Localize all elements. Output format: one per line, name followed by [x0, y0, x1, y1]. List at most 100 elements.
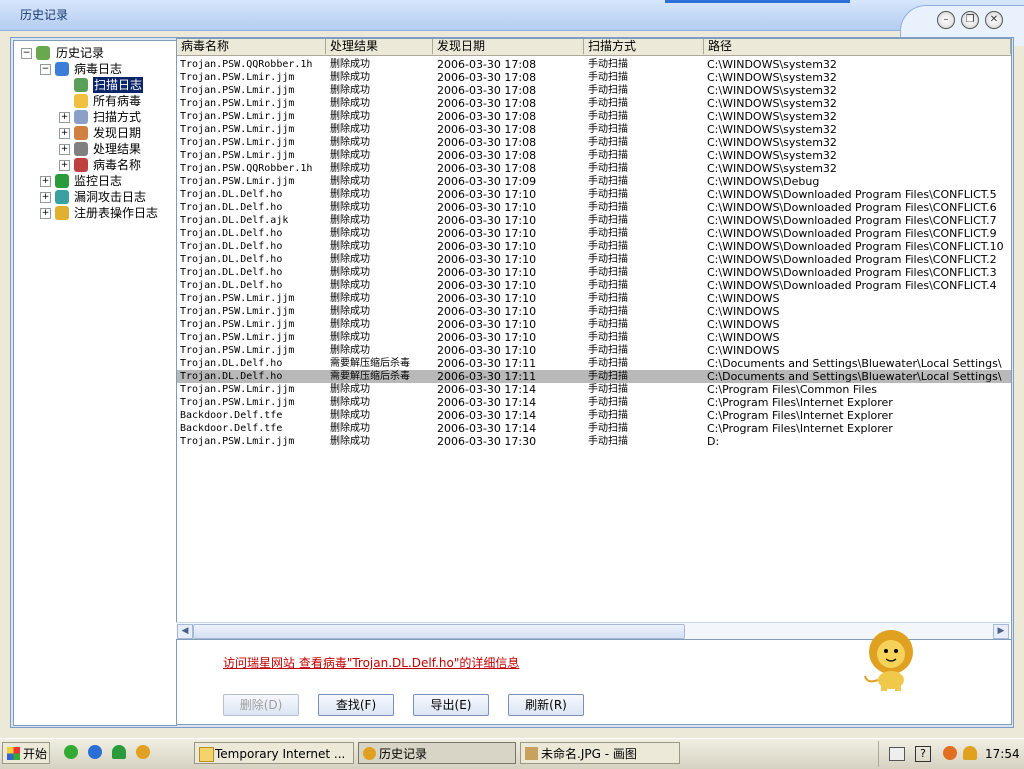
scroll-left-icon[interactable]: ◀ — [177, 624, 193, 639]
virus-log-table[interactable]: 病毒名称 处理结果 发现日期 扫描方式 路径 Trojan.PSW.QQRobb… — [176, 38, 1012, 640]
keyboard-icon[interactable] — [889, 747, 905, 761]
tray-app-icon[interactable] — [943, 746, 957, 760]
tree-scan-mode[interactable]: + 扫描方式 — [14, 109, 174, 125]
tray-umbrella-icon[interactable] — [963, 746, 977, 760]
tree-all-viruses[interactable]: 所有病毒 — [14, 93, 174, 109]
virus-name-cell: Trojan.PSW.Lmir.jjm — [180, 384, 295, 395]
expand-icon[interactable]: + — [40, 176, 51, 187]
task-history[interactable]: 历史记录 — [358, 742, 516, 764]
tree-result[interactable]: + 处理结果 — [14, 141, 174, 157]
expand-icon[interactable]: + — [59, 144, 70, 155]
title-bar: 历史记录 — [0, 0, 1024, 31]
delete-button[interactable]: 删除(D) — [223, 694, 299, 716]
table-row[interactable]: Trojan.PSW.Lmir.jjm 删除成功 2006-03-30 17:08 手… — [177, 123, 1011, 136]
result-cell: 需要解压缩后杀毒 — [330, 358, 410, 369]
column-header-path[interactable]: 路径 — [704, 39, 1011, 54]
table-row[interactable]: Trojan.PSW.Lmir.jjm 删除成功 2006-03-30 17:08 手… — [177, 149, 1011, 162]
table-row[interactable]: Trojan.PSW.Lmir.jjm 删除成功 2006-03-30 17:10 手… — [177, 344, 1011, 357]
table-row[interactable]: Trojan.DL.Delf.ho 删除成功 2006-03-30 17:10 手动扫… — [177, 240, 1011, 253]
date-cell: 2006-03-30 17:10 — [437, 344, 537, 357]
table-row[interactable]: Trojan.DL.Delf.ho 需要解压缩后杀毒 2006-03-30 17:1… — [177, 370, 1011, 383]
all-viruses-icon — [74, 94, 88, 108]
history-tree[interactable]: − 历史记录 − 病毒日志 扫描日志 所有病毒 + 扫描方式 + 发现日期 + 处理结果 + 病毒名称 + 监… — [13, 40, 177, 726]
table-row[interactable]: Trojan.PSW.Lmir.jjm 删除成功 2006-03-30 17:10 手… — [177, 305, 1011, 318]
lion-quicklaunch-icon[interactable] — [136, 745, 150, 759]
help-icon[interactable]: ? — [915, 746, 931, 762]
table-row[interactable]: Trojan.PSW.Lmir.jjm 删除成功 2006-03-30 17:08 手… — [177, 71, 1011, 84]
tree-found-date[interactable]: + 发现日期 — [14, 125, 174, 141]
internet-explorer-icon[interactable] — [88, 745, 102, 759]
minimize-icon[interactable]: – — [937, 11, 955, 29]
result-cell: 删除成功 — [330, 241, 370, 252]
details-panel: 访问瑞星网站 查看病毒"Trojan.DL.Delf.ho"的详细信息 删除(D… — [176, 630, 1012, 725]
table-row[interactable]: Trojan.PSW.Lmir.jjm 删除成功 2006-03-30 17:10 手… — [177, 318, 1011, 331]
table-row[interactable]: Trojan.DL.Delf.ajk 删除成功 2006-03-30 17:10 手动… — [177, 214, 1011, 227]
date-cell: 2006-03-30 17:10 — [437, 331, 537, 344]
paint-icon — [525, 747, 538, 760]
task-temporary-internet[interactable]: Temporary Internet ... — [194, 742, 354, 764]
umbrella-icon[interactable] — [112, 745, 126, 759]
restore-icon[interactable]: ❐ — [961, 11, 979, 29]
result-cell: 删除成功 — [330, 72, 370, 83]
table-row[interactable]: Trojan.DL.Delf.ho 删除成功 2006-03-30 17:10 手动扫… — [177, 253, 1011, 266]
scrollbar-thumb[interactable] — [193, 624, 685, 639]
tree-scan-log[interactable]: 扫描日志 — [14, 77, 174, 93]
table-row[interactable]: Trojan.PSW.Lmir.jjm 删除成功 2006-03-30 17:10 手… — [177, 331, 1011, 344]
export-button[interactable]: 导出(E) — [413, 694, 489, 716]
column-header-scan-mode[interactable]: 扫描方式 — [584, 39, 704, 54]
table-row[interactable]: Trojan.DL.Delf.ho 删除成功 2006-03-30 17:10 手动扫… — [177, 188, 1011, 201]
virus-name-cell: Trojan.PSW.Lmir.jjm — [180, 72, 295, 83]
scan-mode-cell: 手动扫描 — [588, 254, 628, 265]
tree-registry-log[interactable]: + 注册表操作日志 — [14, 205, 174, 221]
expand-icon[interactable]: + — [40, 208, 51, 219]
tree-virus-log[interactable]: − 病毒日志 — [14, 61, 174, 77]
tree-virus-name[interactable]: + 病毒名称 — [14, 157, 174, 173]
column-header-result[interactable]: 处理结果 — [326, 39, 433, 54]
date-cell: 2006-03-30 17:08 — [437, 58, 537, 71]
table-row[interactable]: Trojan.PSW.Lmir.jjm 删除成功 2006-03-30 17:14 手… — [177, 383, 1011, 396]
tree-monitor-log[interactable]: + 监控日志 — [14, 173, 174, 189]
table-row[interactable]: Trojan.PSW.QQRobber.1h 删除成功 2006-03-30 17:… — [177, 162, 1011, 175]
table-row[interactable]: Trojan.PSW.Lmir.jjm 删除成功 2006-03-30 17:08 手… — [177, 84, 1011, 97]
find-button[interactable]: 查找(F) — [318, 694, 394, 716]
table-row[interactable]: Trojan.PSW.Lmir.jjm 删除成功 2006-03-30 17:10 手… — [177, 292, 1011, 305]
table-row[interactable]: Trojan.DL.Delf.ho 需要解压缩后杀毒 2006-03-30 17:1… — [177, 357, 1011, 370]
virus-info-link[interactable]: 访问瑞星网站 查看病毒"Trojan.DL.Delf.ho"的详细信息 — [223, 654, 519, 671]
expand-icon[interactable]: + — [40, 192, 51, 203]
media-player-icon[interactable] — [64, 745, 78, 759]
table-row[interactable]: Trojan.PSW.Lmir.jjm 删除成功 2006-03-30 17:08 手… — [177, 136, 1011, 149]
expand-icon[interactable]: + — [59, 128, 70, 139]
scroll-right-icon[interactable]: ▶ — [993, 624, 1009, 639]
scan-mode-cell: 手动扫描 — [588, 384, 628, 395]
virus-name-cell: Trojan.PSW.Lmir.jjm — [180, 306, 295, 317]
start-button[interactable]: 开始 — [2, 742, 50, 764]
table-row[interactable]: Trojan.DL.Delf.ho 删除成功 2006-03-30 17:10 手动扫… — [177, 279, 1011, 292]
table-row[interactable]: Trojan.DL.Delf.ho 删除成功 2006-03-30 17:10 手动扫… — [177, 201, 1011, 214]
refresh-button[interactable]: 刷新(R) — [508, 694, 584, 716]
collapse-icon[interactable]: − — [40, 64, 51, 75]
table-row[interactable]: Trojan.PSW.Lmir.jjm 删除成功 2006-03-30 17:14 手… — [177, 396, 1011, 409]
table-row[interactable]: Trojan.PSW.Lmir.jjm 删除成功 2006-03-30 17:30 手… — [177, 435, 1011, 448]
path-cell: C:\WINDOWS\system32 — [707, 136, 837, 149]
table-row[interactable]: Trojan.PSW.Lmir.jjm 删除成功 2006-03-30 17:08 手… — [177, 110, 1011, 123]
date-cell: 2006-03-30 17:08 — [437, 84, 537, 97]
clock: 17:54 — [985, 747, 1020, 761]
tree-exploit-log[interactable]: + 漏洞攻击日志 — [14, 189, 174, 205]
column-header-virus-name[interactable]: 病毒名称 — [177, 39, 326, 54]
expand-icon[interactable]: + — [59, 160, 70, 171]
table-row[interactable]: Trojan.PSW.Lmir.jjm 删除成功 2006-03-30 17:08 手… — [177, 97, 1011, 110]
tree-label: 发现日期 — [93, 126, 142, 140]
expand-icon[interactable]: + — [59, 112, 70, 123]
table-row[interactable]: Trojan.PSW.Lmir.jjm 删除成功 2006-03-30 17:09 手… — [177, 175, 1011, 188]
close-icon[interactable]: ✕ — [985, 11, 1003, 29]
tree-root-history[interactable]: − 历史记录 — [14, 45, 174, 61]
column-header-date[interactable]: 发现日期 — [433, 39, 584, 54]
table-row[interactable]: Trojan.PSW.QQRobber.1h 删除成功 2006-03-30 17:… — [177, 58, 1011, 71]
table-row[interactable]: Backdoor.Delf.tfe 删除成功 2006-03-30 17:14 手动扫… — [177, 422, 1011, 435]
table-row[interactable]: Trojan.DL.Delf.ho 删除成功 2006-03-30 17:10 手动扫… — [177, 266, 1011, 279]
table-row[interactable]: Backdoor.Delf.tfe 删除成功 2006-03-30 17:14 手动扫… — [177, 409, 1011, 422]
task-paint[interactable]: 未命名.JPG - 画图 — [520, 742, 680, 764]
collapse-icon[interactable]: − — [21, 48, 32, 59]
date-cell: 2006-03-30 17:14 — [437, 383, 537, 396]
table-row[interactable]: Trojan.DL.Delf.ho 删除成功 2006-03-30 17:10 手动扫… — [177, 227, 1011, 240]
